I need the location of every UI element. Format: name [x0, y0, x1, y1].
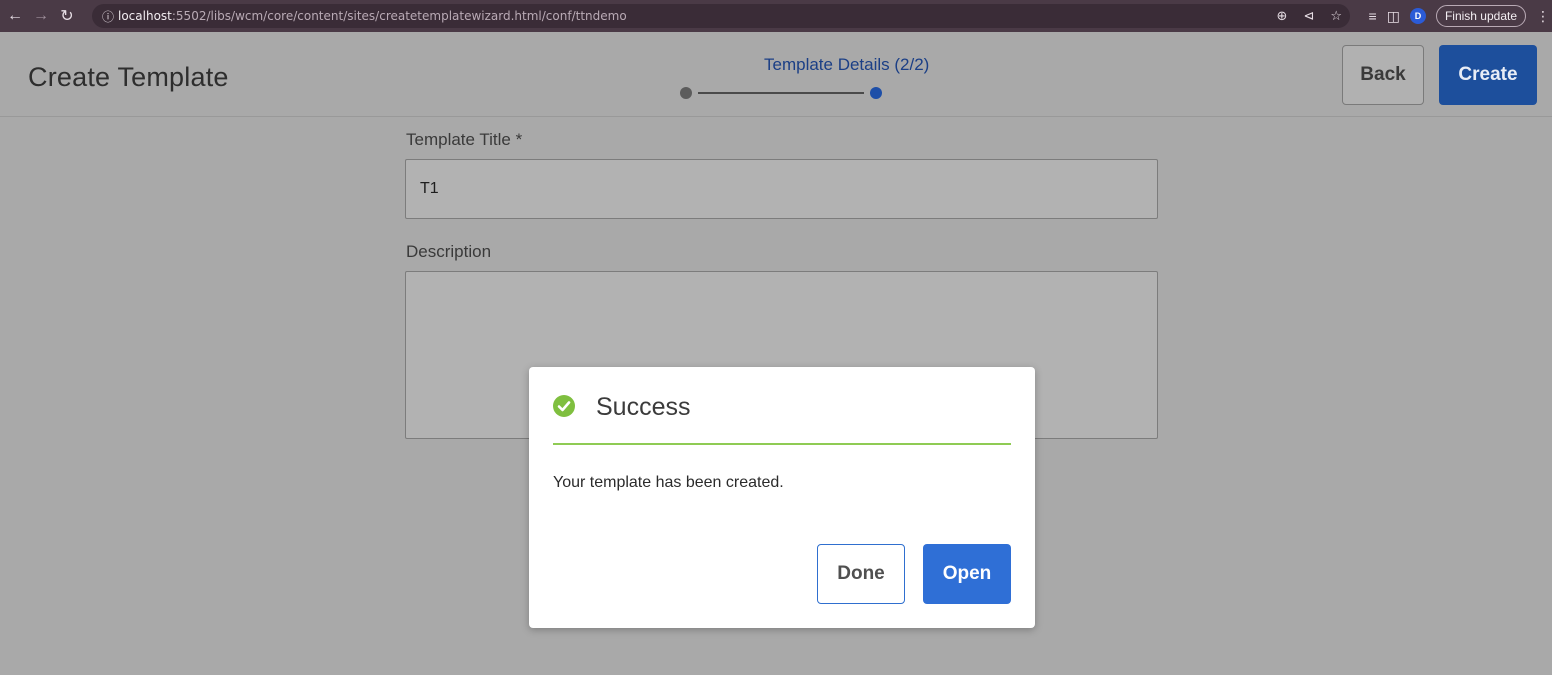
wizard-header: Create Template Template Details (2/2) B…	[0, 32, 1552, 117]
reload-icon[interactable]: ↻	[56, 5, 78, 27]
dialog-title: Success	[596, 393, 691, 421]
reading-list-icon[interactable]: ≡	[1369, 8, 1377, 24]
url-host: localhost	[118, 9, 172, 23]
dialog-header: Success	[553, 389, 1011, 445]
bookmark-star-icon[interactable]: ☆	[1330, 8, 1342, 24]
back-button[interactable]: Back	[1342, 45, 1424, 105]
wizard-stepper	[680, 87, 885, 99]
template-title-input[interactable]: T1	[405, 159, 1158, 219]
browser-actions: ≡ ◫ D Finish update ⋮	[1369, 0, 1552, 32]
browser-toolbar: ← → ↻ ⓘ localhost:5502/libs/wcm/core/con…	[0, 0, 1552, 32]
address-bar-actions: ⊕ ⊲ ☆	[1277, 4, 1342, 28]
address-bar[interactable]: ⓘ localhost:5502/libs/wcm/core/content/s…	[92, 4, 1350, 28]
step-label: Template Details (2/2)	[764, 55, 930, 74]
back-arrow-icon[interactable]: ←	[4, 5, 26, 27]
more-menu-icon[interactable]: ⋮	[1536, 8, 1550, 25]
finish-update-button[interactable]: Finish update	[1435, 5, 1526, 27]
site-info-icon[interactable]: ⓘ	[102, 8, 118, 25]
success-dialog: Success Your template has been created. …	[529, 367, 1035, 628]
success-check-icon	[553, 395, 575, 417]
page-title: Create Template	[28, 62, 229, 92]
forward-arrow-icon[interactable]: →	[30, 5, 52, 27]
done-button[interactable]: Done	[817, 544, 905, 604]
open-button[interactable]: Open	[923, 544, 1011, 604]
create-button[interactable]: Create	[1439, 45, 1537, 105]
url-path: :5502/libs/wcm/core/content/sites/create…	[171, 9, 627, 23]
zoom-icon[interactable]: ⊕	[1277, 8, 1288, 24]
step-2-dot	[870, 87, 882, 99]
template-title-value: T1	[420, 180, 439, 197]
share-icon[interactable]: ⊲	[1303, 8, 1314, 24]
template-title-label: Template Title *	[406, 130, 523, 149]
profile-avatar[interactable]: D	[1409, 8, 1426, 24]
side-panel-icon[interactable]: ◫	[1387, 8, 1400, 25]
description-label: Description	[406, 242, 492, 261]
dialog-message: Your template has been created.	[553, 474, 784, 491]
step-connector	[698, 92, 864, 94]
step-1-dot	[680, 87, 692, 99]
